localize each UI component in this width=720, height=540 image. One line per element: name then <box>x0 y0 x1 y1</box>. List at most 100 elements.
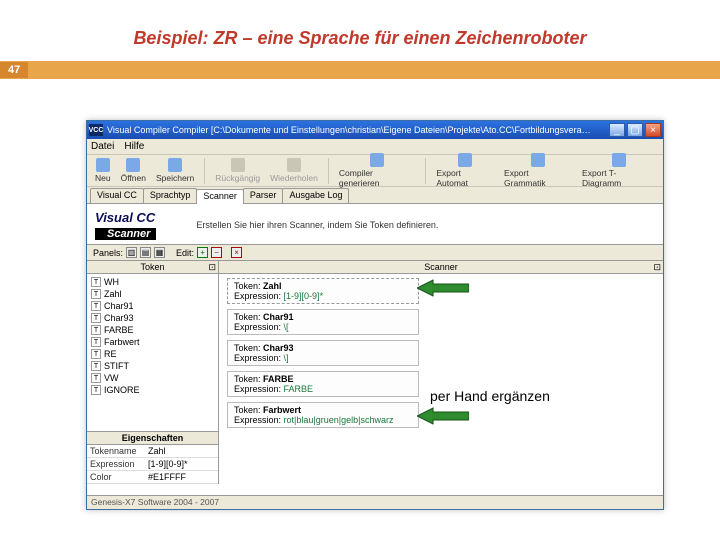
wiederholen-button[interactable]: Wiederholen <box>266 158 322 183</box>
export-icon <box>458 153 472 167</box>
expression-label: Expression: <box>234 415 281 425</box>
property-row[interactable]: Color #E1FFFF <box>87 471 218 484</box>
token-item-label: Char93 <box>104 313 134 323</box>
export-tdiagramm-button[interactable]: Export T-Diagramm <box>578 153 659 188</box>
oeffnen-button[interactable]: Öffnen <box>117 158 150 183</box>
remove-icon[interactable]: − <box>211 247 222 258</box>
token-label: Token: <box>234 312 261 322</box>
speichern-label: Speichern <box>156 173 194 183</box>
toolbar-separator <box>204 158 205 184</box>
panel-toggle-1-icon[interactable]: ▥ <box>126 247 137 258</box>
tab-sprachtyp[interactable]: Sprachtyp <box>143 188 198 203</box>
scanner-description: Erstellen Sie hier ihren Scanner, indem … <box>196 220 438 230</box>
close-button[interactable]: × <box>645 123 661 137</box>
list-item[interactable]: TVW <box>87 372 218 384</box>
scanner-pane-header: Scanner ⊡ <box>219 261 663 274</box>
property-row[interactable]: Expression [1-9][0-9]* <box>87 458 218 471</box>
token-item-label: RE <box>104 349 117 359</box>
toolbar-separator <box>328 158 329 184</box>
token-box-farbe[interactable]: Token: FARBE Expression: FARBE <box>227 371 419 397</box>
new-icon <box>96 158 110 172</box>
prop-value[interactable]: [1-9][0-9]* <box>145 458 218 470</box>
right-pane: Scanner ⊡ Token: Zahl Expression: [1-9][… <box>219 261 663 484</box>
list-item[interactable]: TRE <box>87 348 218 360</box>
token-type-icon: T <box>91 349 101 359</box>
speichern-button[interactable]: Speichern <box>152 158 198 183</box>
neu-label: Neu <box>95 173 111 183</box>
wieder-label: Wiederholen <box>270 173 318 183</box>
tab-ausgabe-log[interactable]: Ausgabe Log <box>282 188 349 203</box>
neu-button[interactable]: Neu <box>91 158 115 183</box>
token-label: Token: <box>234 281 261 291</box>
list-item[interactable]: TWH <box>87 276 218 288</box>
prop-value[interactable]: Zahl <box>145 445 218 457</box>
token-label: Token: <box>234 374 261 384</box>
redo-icon <box>287 158 301 172</box>
slide-number: 47 <box>0 62 28 78</box>
add-icon[interactable]: + <box>197 247 208 258</box>
expression-label: Expression: <box>234 384 281 394</box>
token-expression: \[ <box>284 322 289 332</box>
slide-title: Beispiel: ZR – eine Sprache für einen Ze… <box>0 0 720 61</box>
token-name: FARBE <box>263 374 294 384</box>
arrow-icon <box>417 406 469 426</box>
token-box-char91[interactable]: Token: Char91 Expression: \[ <box>227 309 419 335</box>
property-row[interactable]: Tokenname Zahl <box>87 445 218 458</box>
scanner-pane-close-icon[interactable]: ⊡ <box>653 262 661 273</box>
list-item[interactable]: TSTIFT <box>87 360 218 372</box>
oeffnen-label: Öffnen <box>121 173 146 183</box>
token-pane-close-icon[interactable]: ⊡ <box>208 262 216 273</box>
vcc-logo-line2: Scanner <box>95 228 156 240</box>
exp-grammatik-label: Export Grammatik <box>504 168 572 188</box>
token-box-zahl[interactable]: Token: Zahl Expression: [1-9][0-9]* <box>227 278 419 304</box>
maximize-button[interactable]: ▢ <box>627 123 643 137</box>
token-box-farbwert[interactable]: Token: Farbwert Expression: rot|blau|gru… <box>227 402 419 428</box>
prop-key: Color <box>87 471 145 483</box>
list-item[interactable]: TFarbwert <box>87 336 218 348</box>
list-item[interactable]: TFARBE <box>87 324 218 336</box>
panel-toggle-2-icon[interactable]: ▤ <box>140 247 151 258</box>
clear-icon[interactable]: × <box>231 247 242 258</box>
undo-icon <box>231 158 245 172</box>
token-label: Token: <box>234 343 261 353</box>
gear-icon <box>370 153 384 167</box>
list-item[interactable]: TChar93 <box>87 312 218 324</box>
list-item[interactable]: TIGNORE <box>87 384 218 396</box>
workarea: Token ⊡ TWH TZahl TChar91 TChar93 TFARBE… <box>87 261 663 484</box>
token-item-label: IGNORE <box>104 385 140 395</box>
tab-parser[interactable]: Parser <box>243 188 284 203</box>
arrow-icon <box>417 278 469 298</box>
toolbar-separator <box>425 158 426 184</box>
list-item[interactable]: TZahl <box>87 288 218 300</box>
save-icon <box>168 158 182 172</box>
tab-visual-cc[interactable]: Visual CC <box>90 188 144 203</box>
token-type-icon: T <box>91 337 101 347</box>
compiler-generieren-button[interactable]: Compiler generieren <box>335 153 419 188</box>
tab-scanner[interactable]: Scanner <box>196 189 244 204</box>
panel-toggle-3-icon[interactable]: ▦ <box>154 247 165 258</box>
toolbar: Neu Öffnen Speichern Rückgängig Wiederho… <box>87 155 663 187</box>
token-expression: FARBE <box>284 384 314 394</box>
token-list[interactable]: TWH TZahl TChar91 TChar93 TFARBE TFarbwe… <box>87 274 218 431</box>
edit-label: Edit: <box>176 248 194 258</box>
token-box-char93[interactable]: Token: Char93 Expression: \] <box>227 340 419 366</box>
rueckgaengig-button[interactable]: Rückgängig <box>211 158 264 183</box>
token-item-label: WH <box>104 277 119 287</box>
export-grammatik-button[interactable]: Export Grammatik <box>500 153 576 188</box>
scanner-header-row: Visual CC Scanner Erstellen Sie hier ihr… <box>87 204 663 245</box>
export-automat-button[interactable]: Export Automat <box>432 153 498 188</box>
token-header-label: Token <box>140 262 164 272</box>
menu-datei[interactable]: Datei <box>91 141 114 152</box>
scanner-canvas[interactable]: Token: Zahl Expression: [1-9][0-9]* Toke… <box>219 274 663 484</box>
prop-value[interactable]: #E1FFFF <box>145 471 218 483</box>
token-type-icon: T <box>91 289 101 299</box>
export-icon <box>531 153 545 167</box>
properties-header: Eigenschaften <box>87 431 218 445</box>
minimize-button[interactable]: _ <box>609 123 625 137</box>
compgen-label: Compiler generieren <box>339 168 415 188</box>
left-pane: Token ⊡ TWH TZahl TChar91 TChar93 TFARBE… <box>87 261 219 484</box>
token-item-label: Farbwert <box>104 337 140 347</box>
token-type-icon: T <box>91 373 101 383</box>
menu-hilfe[interactable]: Hilfe <box>124 141 144 152</box>
list-item[interactable]: TChar91 <box>87 300 218 312</box>
